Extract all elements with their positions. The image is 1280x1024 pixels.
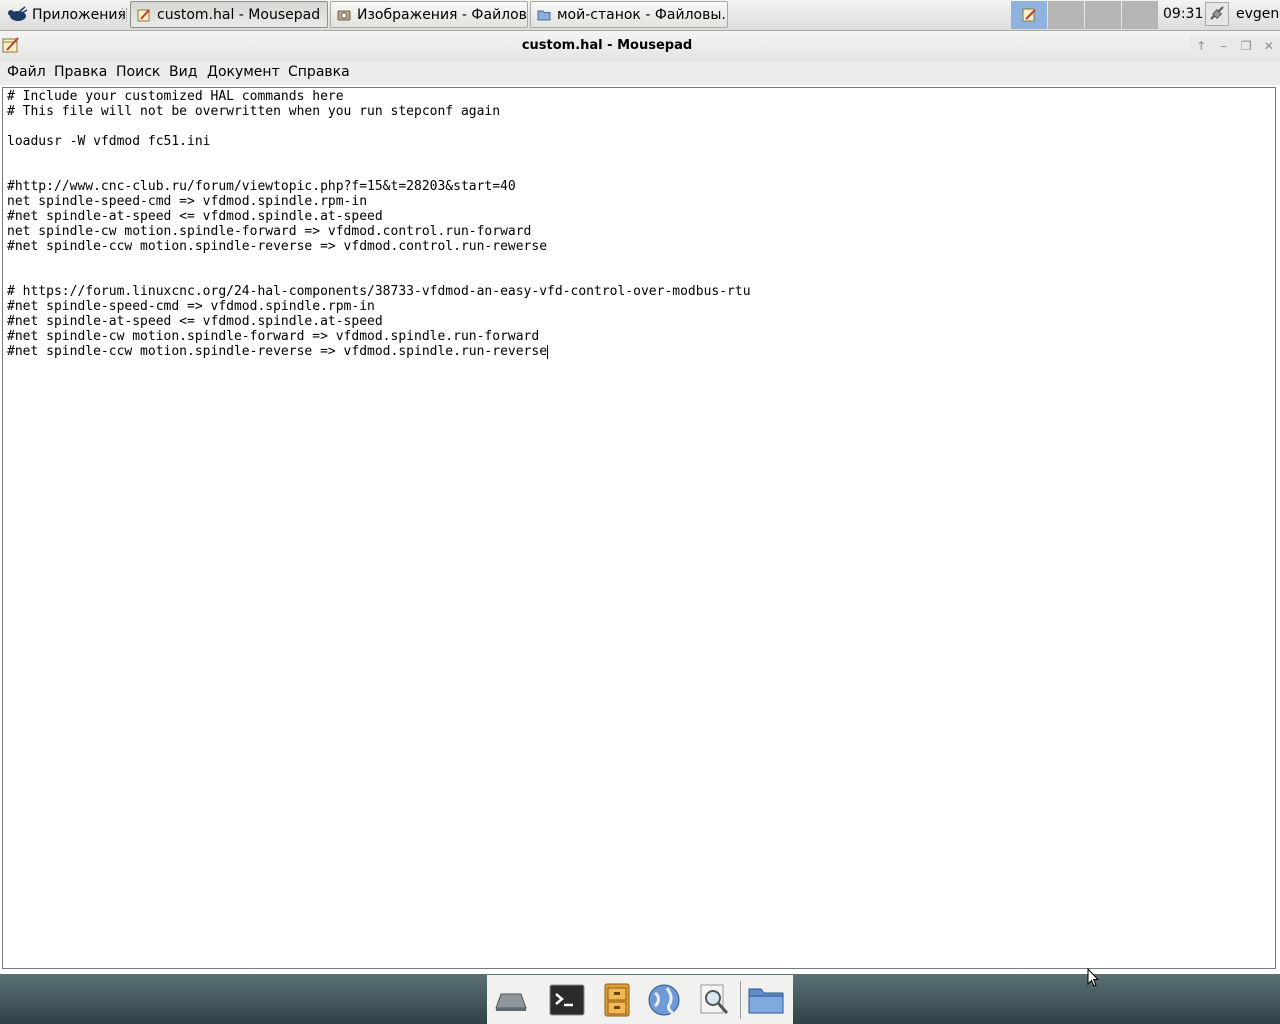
code-line: # https://forum.linuxcnc.org/24-hal-comp… [7,284,751,299]
shade-up-icon[interactable]: ↑ [1192,39,1210,53]
task-images-filemanager[interactable]: Изображения - Файлов... [330,1,528,28]
launcher-dock [487,975,793,1024]
task-label: Изображения - Файлов... [357,6,528,23]
code-line: #net spindle-ccw motion.spindle-reverse … [7,239,548,254]
terminal-icon [549,984,585,1016]
workspace-3[interactable] [1085,1,1121,29]
web-browser-icon [648,984,680,1016]
user-name[interactable]: evgen [1236,6,1279,22]
window-title: custom.hal - Mousepad [521,38,693,53]
app-finder-launcher[interactable] [694,982,734,1018]
close-icon[interactable]: ✕ [1260,39,1278,53]
mouse-pointer-icon [1087,968,1099,987]
code-line: #http://www.cnc-club.ru/forum/viewtopic.… [7,179,516,194]
maximize-icon[interactable]: ❐ [1237,39,1255,53]
window-controls: ↑ – ❐ ✕ [1190,36,1280,56]
text-editor-area[interactable]: # Include your customized HAL commands h… [2,87,1276,969]
text-editor-icon [1022,8,1036,22]
menu-edit[interactable]: Правка [54,64,107,80]
terminal-launcher[interactable] [547,982,587,1018]
workspace-1[interactable] [1011,1,1047,29]
clock[interactable]: 09:31 [1163,6,1203,22]
folder-icon [537,10,551,20]
code-line: #net spindle-at-speed <= vfdmod.spindle.… [7,209,383,224]
show-desktop-icon [495,993,527,1011]
workspace-2[interactable] [1048,1,1084,29]
workspace-switcher [1011,1,1158,29]
task-label: custom.hal - Mousepad [157,6,321,23]
minimize-icon[interactable]: – [1215,39,1233,53]
search-icon [700,984,729,1015]
network-plug-icon [1210,6,1224,20]
web-browser-launcher[interactable] [644,982,684,1018]
file-manager-launcher[interactable] [597,982,637,1018]
text-caret [547,344,549,359]
menu-bar: Файл Правка Поиск Вид Документ Справка [0,61,1280,85]
workspace-4[interactable] [1122,1,1158,29]
code-line: net spindle-speed-cmd => vfdmod.spindle.… [7,194,368,209]
code-line: loadusr -W vfdmod fc51.ini [7,134,211,149]
top-panel: Приложения custom.hal - Mousepad Изображ… [0,0,1280,31]
xfce-mouse-icon [8,6,28,21]
menu-search[interactable]: Поиск [116,64,160,80]
file-cabinet-icon [604,983,630,1017]
menu-help[interactable]: Справка [288,64,350,80]
panel-separator [122,8,127,22]
code-line: # Include your customized HAL commands h… [7,89,344,104]
code-line-text: #net spindle-ccw motion.spindle-reverse … [7,344,548,359]
code-line: net spindle-cw motion.spindle-forward =>… [7,224,532,239]
home-folder-launcher[interactable] [746,982,786,1018]
dock-separator [740,981,741,1019]
code-line-last: #net spindle-ccw motion.spindle-reverse … [7,344,549,359]
task-mousepad[interactable]: custom.hal - Mousepad [130,1,328,28]
code-line: #net spindle-cw motion.spindle-forward =… [7,329,540,344]
task-machine-filemanager[interactable]: мой-станок - Файловы... [530,1,728,28]
text-editor-icon [137,8,150,21]
task-label: мой-станок - Файловы... [557,6,728,23]
menu-document[interactable]: Документ [207,64,280,80]
camera-folder-icon [337,10,351,20]
applications-menu-button[interactable]: Приложения [2,2,130,28]
code-line: #net spindle-at-speed <= vfdmod.spindle.… [7,314,383,329]
menu-view[interactable]: Вид [169,64,197,80]
menu-file[interactable]: Файл [7,64,46,80]
code-line: # This file will not be overwritten when… [7,104,501,119]
show-desktop-launcher[interactable] [491,982,531,1018]
applications-menu-label: Приложения [32,7,126,23]
code-line: #net spindle-speed-cmd => vfdmod.spindle… [7,299,375,314]
folder-icon [748,988,784,1014]
network-tray-icon[interactable] [1205,2,1229,26]
